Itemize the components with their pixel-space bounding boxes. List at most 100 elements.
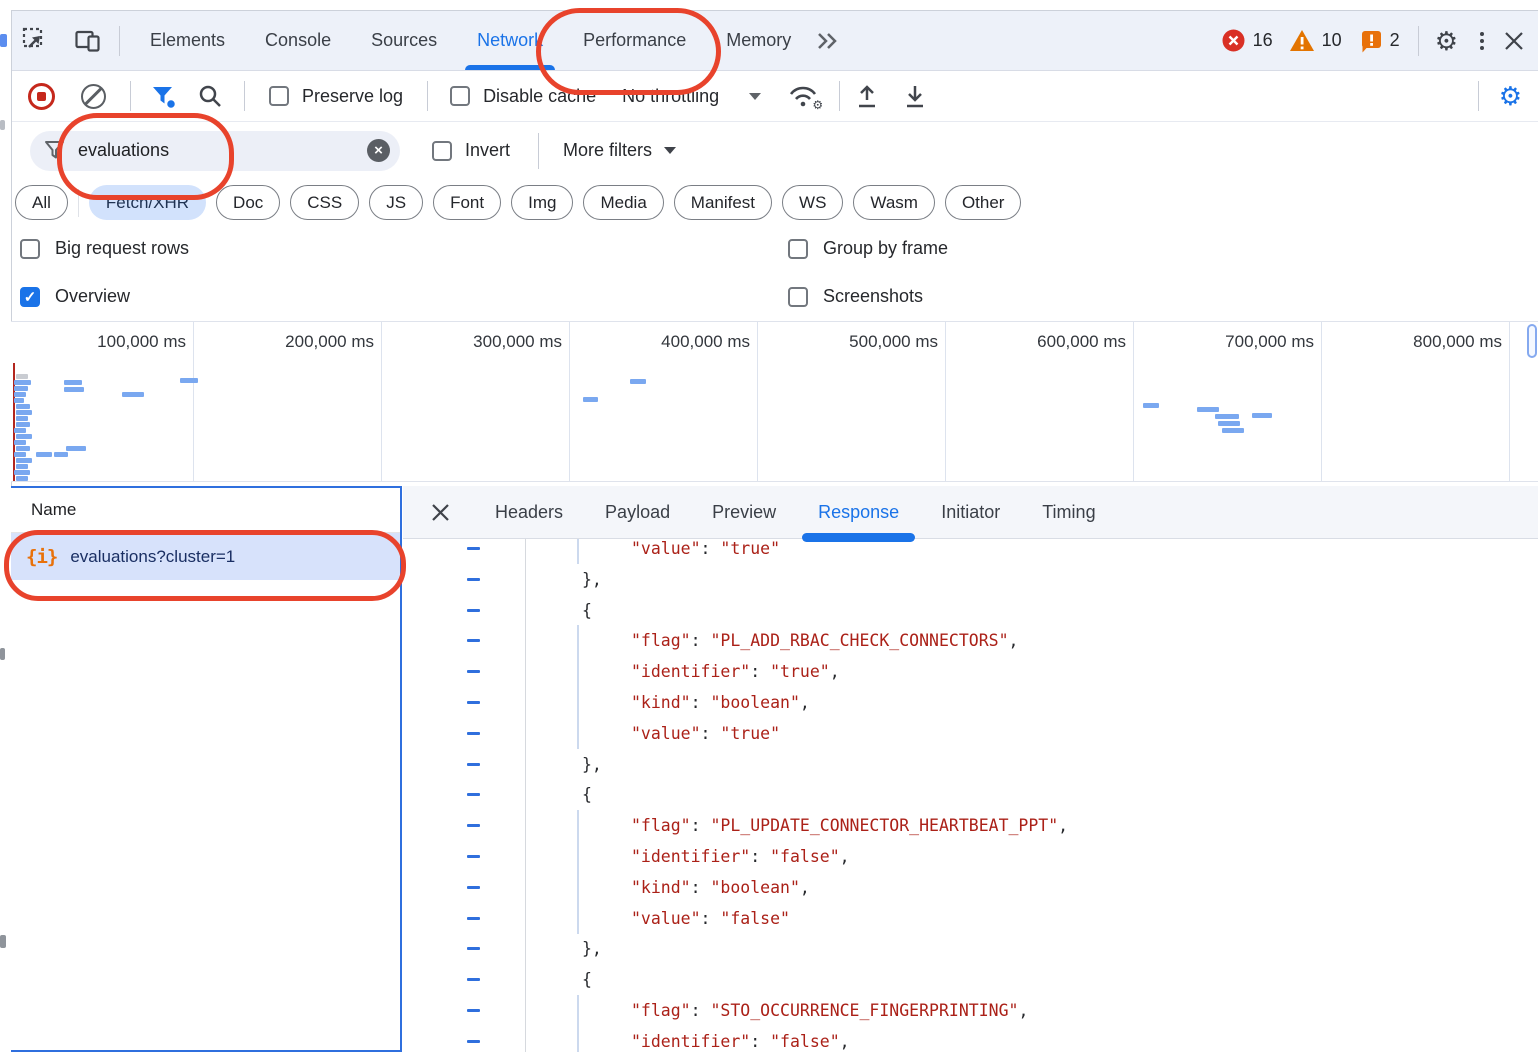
big-request-rows-checkbox[interactable]	[20, 239, 40, 259]
chip-js[interactable]: JS	[369, 185, 423, 220]
chip-all[interactable]: All	[15, 185, 68, 220]
chevron-down-icon[interactable]	[749, 93, 761, 100]
record-network-log-icon[interactable]	[28, 83, 55, 110]
import-har-icon[interactable]	[856, 84, 878, 109]
json-braces-icon: {i}	[26, 546, 57, 568]
overview-right-handle-icon[interactable]	[1527, 324, 1537, 358]
fold-marker-icon[interactable]	[467, 670, 480, 673]
chip-manifest[interactable]: Manifest	[674, 185, 772, 220]
close-detail-icon[interactable]	[431, 503, 450, 522]
chip-css[interactable]: CSS	[290, 185, 359, 220]
clear-filter-icon[interactable]: ×	[367, 139, 390, 162]
tab-payload[interactable]: Payload	[584, 486, 691, 538]
chip-label: All	[32, 193, 51, 213]
filter-input[interactable]: evaluations ×	[30, 131, 400, 171]
error-icon[interactable]	[1221, 28, 1246, 53]
tab-timing[interactable]: Timing	[1021, 486, 1116, 538]
fold-marker-icon[interactable]	[467, 978, 480, 981]
tab-preview[interactable]: Preview	[691, 486, 797, 538]
code-text: },	[403, 755, 602, 774]
overview-bar	[16, 446, 30, 451]
fold-marker-icon[interactable]	[467, 639, 480, 642]
response-code[interactable]: "value": "true"},{"flag": "PL_ADD_RBAC_C…	[403, 538, 1538, 1052]
more-tabs-icon[interactable]	[815, 30, 839, 52]
tab-memory[interactable]: Memory	[706, 11, 811, 70]
fold-marker-icon[interactable]	[467, 824, 480, 827]
fold-marker-icon[interactable]	[467, 793, 480, 796]
tab-sources[interactable]: Sources	[351, 11, 457, 70]
page-fragment	[0, 935, 6, 948]
response-line: "kind": "boolean",	[403, 687, 1538, 718]
overview-track[interactable]: 100,000 ms200,000 ms300,000 ms400,000 ms…	[0, 321, 1538, 482]
throttling-select[interactable]: No throttling	[622, 86, 719, 107]
tab-network[interactable]: Network	[457, 11, 563, 70]
fold-marker-icon[interactable]	[467, 1009, 480, 1012]
group-by-frame-checkbox[interactable]	[788, 239, 808, 259]
request-detail-panel: Headers Payload Preview Response Initiat…	[403, 486, 1538, 1052]
kebab-menu-icon[interactable]	[1480, 32, 1484, 50]
preserve-log-checkbox[interactable]	[269, 86, 289, 106]
device-toolbar-icon[interactable]	[75, 29, 101, 53]
fold-marker-icon[interactable]	[467, 917, 480, 920]
tab-performance[interactable]: Performance	[563, 11, 706, 70]
fold-marker-icon[interactable]	[467, 609, 480, 612]
close-devtools-icon[interactable]	[1504, 31, 1524, 51]
tab-label: Headers	[495, 502, 563, 523]
chip-ws[interactable]: WS	[782, 185, 843, 220]
issues-icon[interactable]	[1360, 29, 1383, 53]
code-text: "kind": "boolean",	[403, 878, 810, 897]
chip-wasm[interactable]: Wasm	[853, 185, 935, 220]
tab-response[interactable]: Response	[797, 486, 920, 538]
fold-marker-icon[interactable]	[467, 855, 480, 858]
response-line: "flag": "STO_OCCURRENCE_FINGERPRINTING",	[403, 995, 1538, 1026]
page-fragment	[0, 648, 5, 660]
fold-marker-icon[interactable]	[467, 763, 480, 766]
warning-count: 10	[1322, 30, 1342, 51]
chip-label: Doc	[233, 193, 263, 213]
overview-tick-label: 700,000 ms	[1134, 332, 1314, 352]
disable-cache-checkbox[interactable]	[450, 86, 470, 106]
response-line: "identifier": "false",	[403, 1026, 1538, 1052]
chip-media[interactable]: Media	[583, 185, 663, 220]
chip-other[interactable]: Other	[945, 185, 1022, 220]
clear-network-log-icon[interactable]	[81, 84, 106, 109]
fold-marker-icon[interactable]	[467, 578, 480, 581]
chip-fetch-xhr[interactable]: Fetch/XHR	[89, 185, 206, 220]
fold-marker-icon[interactable]	[467, 886, 480, 889]
filter-icon[interactable]	[151, 84, 176, 109]
tab-initiator[interactable]: Initiator	[920, 486, 1021, 538]
request-row-selected[interactable]: {i} evaluations?cluster=1	[11, 533, 400, 580]
network-settings-gear-icon[interactable]: ⚙	[1499, 83, 1522, 109]
tab-elements[interactable]: Elements	[130, 11, 245, 70]
invert-label: Invert	[465, 140, 510, 161]
overview-bar	[14, 452, 26, 457]
chip-doc[interactable]: Doc	[216, 185, 280, 220]
network-conditions-icon[interactable]: ⚙	[787, 84, 819, 108]
inspect-element-icon[interactable]	[22, 27, 49, 54]
settings-gear-icon[interactable]: ⚙	[1435, 28, 1458, 54]
chip-img[interactable]: Img	[511, 185, 573, 220]
overview-bar	[14, 386, 28, 391]
tab-headers[interactable]: Headers	[474, 486, 584, 538]
chip-label: JS	[386, 193, 406, 213]
response-line: "value": "false"	[403, 903, 1538, 934]
overview-bar	[14, 392, 26, 397]
fold-marker-icon[interactable]	[467, 1040, 480, 1043]
screenshots-checkbox[interactable]	[788, 287, 808, 307]
code-text: "flag": "STO_OCCURRENCE_FINGERPRINTING",	[403, 1001, 1028, 1020]
name-column-header[interactable]: Name	[11, 488, 400, 533]
tab-console[interactable]: Console	[245, 11, 351, 70]
fold-marker-icon[interactable]	[467, 947, 480, 950]
fold-marker-icon[interactable]	[467, 732, 480, 735]
export-har-icon[interactable]	[904, 84, 926, 109]
warning-icon[interactable]	[1289, 29, 1315, 52]
search-icon[interactable]	[198, 84, 222, 108]
invert-checkbox[interactable]	[432, 141, 452, 161]
chip-font[interactable]: Font	[433, 185, 501, 220]
overview-checkbox[interactable]: ✓	[20, 287, 40, 307]
chip-label: Font	[450, 193, 484, 213]
code-text: },	[403, 570, 602, 589]
more-filters-button[interactable]: More filters	[563, 140, 652, 161]
fold-marker-icon[interactable]	[467, 701, 480, 704]
fold-marker-icon[interactable]	[467, 547, 480, 550]
